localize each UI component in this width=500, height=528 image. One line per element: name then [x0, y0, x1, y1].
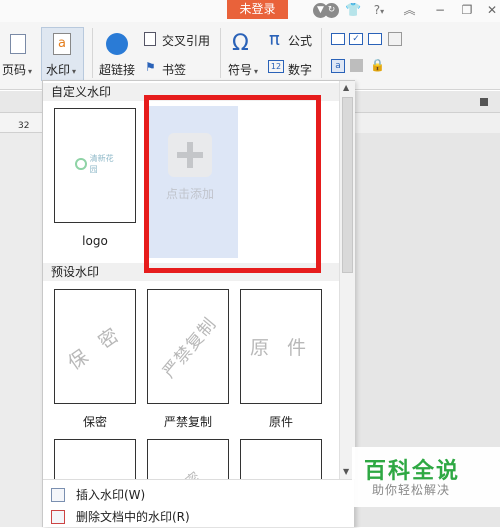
custom-watermark-label: logo	[82, 234, 108, 248]
insert-watermark-label: 插入水印(W)	[76, 488, 146, 502]
leaf-icon	[75, 158, 87, 170]
hyperlink-button[interactable]: 超链接	[99, 61, 135, 78]
lock-icon[interactable]: 🔒	[370, 58, 385, 72]
preset-watermark-thumb[interactable]: 保 密	[54, 289, 136, 404]
symbol-button[interactable]: 符号 ▾	[228, 61, 258, 78]
restore-button[interactable]: ❐	[453, 0, 481, 20]
formula-button[interactable]: 公式	[288, 32, 312, 49]
checkbox-icon[interactable]: ✓	[349, 33, 363, 45]
page-number-button[interactable]: 页码 ▾	[2, 61, 32, 78]
watermark-label[interactable]: 水印 ▾	[46, 61, 76, 78]
preset-watermark-label: 原件	[268, 415, 293, 429]
dropdown-scrollbar[interactable]: ▲ ▼	[339, 81, 355, 479]
ribbon-separator	[220, 28, 221, 78]
form-icon[interactable]	[368, 33, 382, 45]
watermark-preview-text: 严禁复制	[159, 314, 221, 383]
text-box-icon[interactable]	[331, 33, 345, 45]
login-button[interactable]: 未登录	[227, 0, 288, 19]
watermark-icon: a	[53, 33, 71, 55]
ruler-corner-icon	[480, 98, 488, 106]
bookmark-icon: ⚑	[145, 60, 156, 74]
scroll-up-icon[interactable]: ▲	[343, 83, 349, 92]
title-bar: 未登录 ▼ ↻ 👕 ?▾ ︽ − ❐ ✕	[0, 0, 500, 22]
shirt-icon[interactable]: 👕	[345, 3, 361, 18]
refresh-icon[interactable]: ↻	[324, 3, 339, 18]
remove-watermark-item[interactable]: 删除文档中的水印(R)	[43, 506, 354, 528]
preset-watermark-thumb[interactable]: 严禁复制	[147, 289, 229, 404]
badge-subtitle: 助你轻松解决	[372, 483, 451, 497]
site-watermark-badge: 百科全说 助你轻松解决	[352, 447, 500, 507]
custom-watermark-thumb[interactable]: 清新花园	[54, 108, 136, 223]
cross-reference-button[interactable]: 交叉引用	[162, 32, 210, 49]
globe-icon[interactable]	[106, 33, 128, 55]
edit-icon[interactable]: a	[331, 59, 345, 73]
cross-reference-icon	[144, 32, 156, 46]
remove-watermark-icon	[51, 510, 65, 524]
insert-watermark-item[interactable]: 插入水印(W)	[43, 484, 354, 506]
scroll-thumb[interactable]	[342, 97, 353, 273]
insert-field-icon[interactable]	[388, 32, 402, 46]
minimize-button[interactable]: −	[426, 0, 454, 20]
watermark-menu: 插入水印(W) 删除文档中的水印(R)	[43, 479, 354, 527]
number-button[interactable]: 数字	[288, 61, 312, 78]
number-icon: 12	[268, 60, 284, 73]
grey-box-icon[interactable]	[350, 59, 363, 72]
help-icon[interactable]: ?▾	[368, 3, 390, 18]
ribbon-separator	[321, 28, 322, 78]
remove-watermark-label: 删除文档中的水印(R)	[76, 510, 190, 524]
ruler-number: 32	[18, 121, 30, 131]
bookmark-button[interactable]: 书签	[162, 61, 186, 78]
pi-icon: π	[269, 29, 280, 50]
left-margin	[0, 113, 42, 527]
logo-preview: 清新花园	[75, 154, 120, 174]
highlight-frame	[144, 95, 321, 273]
omega-icon[interactable]: Ω	[232, 31, 249, 56]
insert-watermark-icon	[51, 488, 65, 502]
scroll-down-icon[interactable]: ▼	[343, 467, 349, 476]
preset-watermark-label: 保密	[82, 415, 107, 429]
watermark-preview-text: 保 密	[64, 320, 128, 375]
logo-preview-text: 清新花园	[89, 154, 114, 174]
top-ruler	[354, 113, 500, 133]
preset-watermark-thumb[interactable]: 原 件	[240, 289, 322, 404]
preset-watermark-label: 严禁复制	[163, 415, 212, 429]
ribbon-separator	[92, 28, 93, 78]
collapse-icon[interactable]: ︽	[402, 3, 417, 18]
close-button[interactable]: ✕	[478, 0, 500, 20]
page-number-icon[interactable]	[10, 34, 26, 54]
watermark-preview-text: 原 件	[249, 337, 313, 359]
